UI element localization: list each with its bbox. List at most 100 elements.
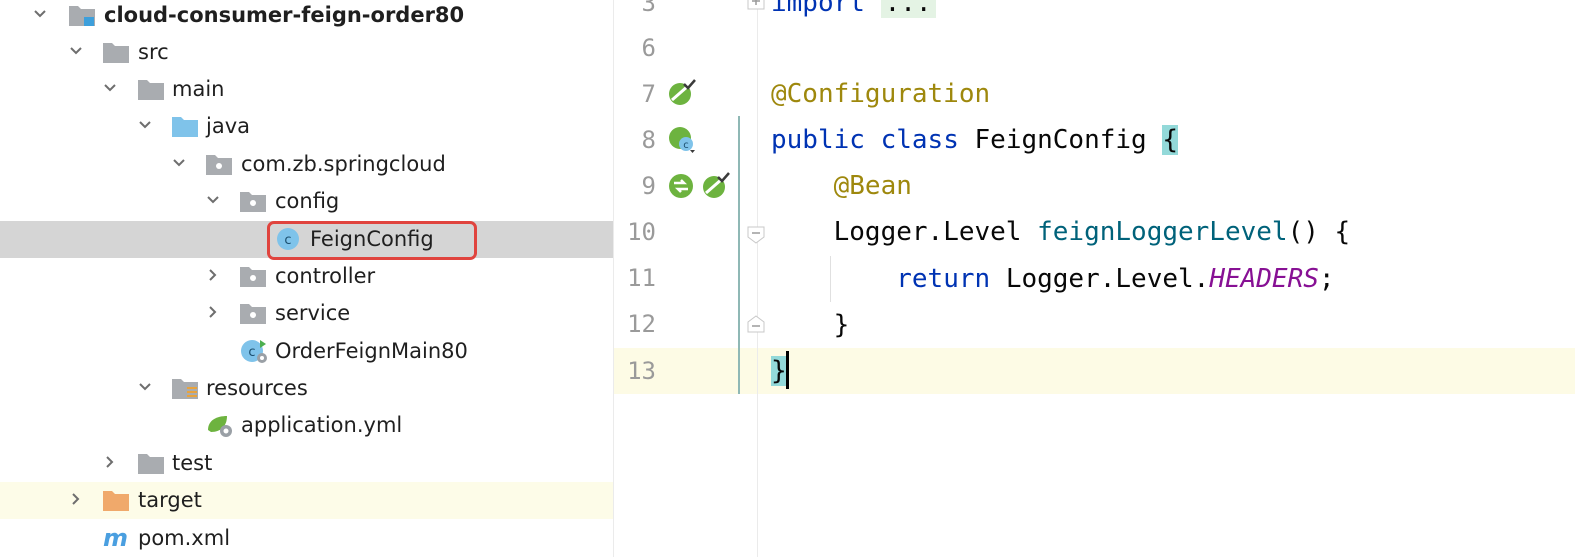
line-number: 3 (641, 0, 656, 17)
fold-marker-icon[interactable] (745, 313, 767, 335)
tree-item-label: pom.xml (138, 526, 231, 550)
tree-item-label: cloud-consumer-feign-order80 (104, 3, 465, 27)
spring-config-class-icon[interactable]: c (666, 124, 696, 154)
line-number: 6 (641, 34, 656, 62)
code-line-8[interactable]: public class FeignConfig { (771, 117, 1179, 163)
highlight-outline (267, 221, 477, 260)
tree-item-label: config (275, 189, 340, 213)
tree-item-java[interactable]: java (0, 108, 613, 145)
code-line-12[interactable]: } (771, 302, 850, 348)
chevron-down-icon[interactable] (70, 45, 82, 57)
code-line-10[interactable]: Logger.Level feignLoggerLevel() { (771, 209, 1351, 255)
navigate-bean-icon[interactable] (666, 171, 696, 201)
tree-item-label: service (275, 301, 351, 325)
chevron-down-icon[interactable] (139, 381, 151, 393)
excluded-folder-icon (102, 487, 130, 513)
tree-item-label: OrderFeignMain80 (275, 339, 468, 363)
chevron-right-icon[interactable] (70, 493, 82, 505)
tree-item-label: main (172, 77, 225, 101)
gutter-separator (757, 0, 758, 557)
punctuation: ; (1318, 264, 1335, 294)
line-number: 13 (627, 357, 656, 385)
code-line-13[interactable]: } (771, 348, 787, 394)
line-number: 12 (627, 310, 656, 338)
folder-icon (137, 450, 165, 476)
spring-yaml-icon (205, 412, 233, 438)
class-name: FeignConfig (974, 125, 1147, 155)
resources-folder-icon (171, 375, 199, 401)
tree-item-label: java (206, 114, 250, 138)
tree-item-label: resources (206, 376, 308, 400)
line-number: 8 (641, 126, 656, 154)
module-folder-icon (68, 2, 96, 28)
tree-item-package-root[interactable]: com.zb.springcloud (0, 146, 613, 183)
tree-item-label: target (138, 488, 202, 512)
fold-plus-icon[interactable] (745, 0, 767, 12)
maven-icon: m (102, 525, 130, 551)
keyword: import (771, 0, 865, 18)
method-name: feignLoggerLevel (1037, 217, 1288, 247)
current-line-highlight (614, 348, 1575, 394)
project-tree: cloud-consumer-feign-order80 src main ja… (0, 0, 613, 557)
tree-item-module[interactable]: cloud-consumer-feign-order80 (0, 0, 613, 34)
tree-item-orderfeignmain80[interactable]: c OrderFeignMain80 (0, 333, 613, 370)
tree-item-resources[interactable]: resources (0, 370, 613, 407)
fold-marker-icon[interactable] (745, 224, 767, 246)
source-root-folder-icon (171, 113, 199, 139)
tree-item-main[interactable]: main (0, 71, 613, 108)
line-number: 10 (627, 218, 656, 246)
tree-item-config[interactable]: config (0, 183, 613, 220)
folder-icon (137, 76, 165, 102)
method-signature: () { (1287, 217, 1351, 247)
chevron-down-icon[interactable] (139, 119, 151, 131)
tree-item-pom-xml[interactable]: m pom.xml (0, 520, 613, 557)
spring-bean-icon[interactable] (700, 171, 730, 201)
chevron-right-icon[interactable] (207, 306, 219, 318)
expression: Logger.Level. (1005, 264, 1210, 294)
brace-match: } (771, 356, 787, 386)
chevron-down-icon[interactable] (34, 8, 46, 20)
folded-region[interactable]: ... (880, 0, 936, 18)
tree-item-label: com.zb.springcloud (241, 152, 446, 176)
enum-constant: HEADERS (1209, 264, 1319, 294)
code-line-3[interactable]: import ... (771, 0, 936, 26)
tree-item-application-yml[interactable]: application.yml (0, 407, 613, 444)
tree-item-label: application.yml (241, 413, 403, 437)
tree-item-controller[interactable]: controller (0, 258, 613, 295)
line-number: 7 (641, 80, 656, 108)
package-icon (239, 263, 267, 289)
code-line-11[interactable]: return Logger.Level.HEADERS; (771, 256, 1335, 302)
line-number: 11 (627, 264, 656, 292)
tree-item-target[interactable]: target (0, 482, 613, 519)
svg-text:m: m (103, 525, 128, 551)
tree-item-src[interactable]: src (0, 34, 613, 71)
keyword: class (880, 125, 959, 155)
chevron-right-icon[interactable] (207, 269, 219, 281)
annotation: @Configuration (771, 79, 991, 109)
text-cursor (786, 351, 789, 389)
vcs-change-marker[interactable] (738, 116, 740, 394)
code-line-9[interactable]: @Bean (771, 163, 912, 209)
package-icon (239, 188, 267, 214)
svg-text:c: c (248, 345, 255, 360)
editor-gutter[interactable]: 3 6 7 8 9 10 11 12 13 c (614, 0, 758, 557)
type-name: Logger.Level (833, 217, 1022, 247)
spring-bean-icon[interactable] (666, 78, 696, 108)
brace: } (833, 310, 850, 340)
chevron-down-icon[interactable] (173, 157, 185, 169)
annotation: @Bean (833, 171, 912, 201)
package-icon (205, 151, 233, 177)
chevron-down-icon[interactable] (104, 82, 116, 94)
tree-item-test[interactable]: test (0, 445, 613, 482)
chevron-right-icon[interactable] (104, 456, 116, 468)
keyword: return (896, 264, 991, 294)
tree-item-service[interactable]: service (0, 295, 613, 332)
keyword: public (771, 125, 865, 155)
chevron-down-icon[interactable] (207, 194, 219, 206)
spring-boot-class-icon: c (240, 338, 268, 364)
svg-text:c: c (683, 140, 689, 151)
tree-item-label: src (138, 40, 169, 64)
package-icon (239, 300, 267, 326)
tree-item-label: controller (275, 264, 376, 288)
code-line-7[interactable]: @Configuration (771, 71, 990, 117)
